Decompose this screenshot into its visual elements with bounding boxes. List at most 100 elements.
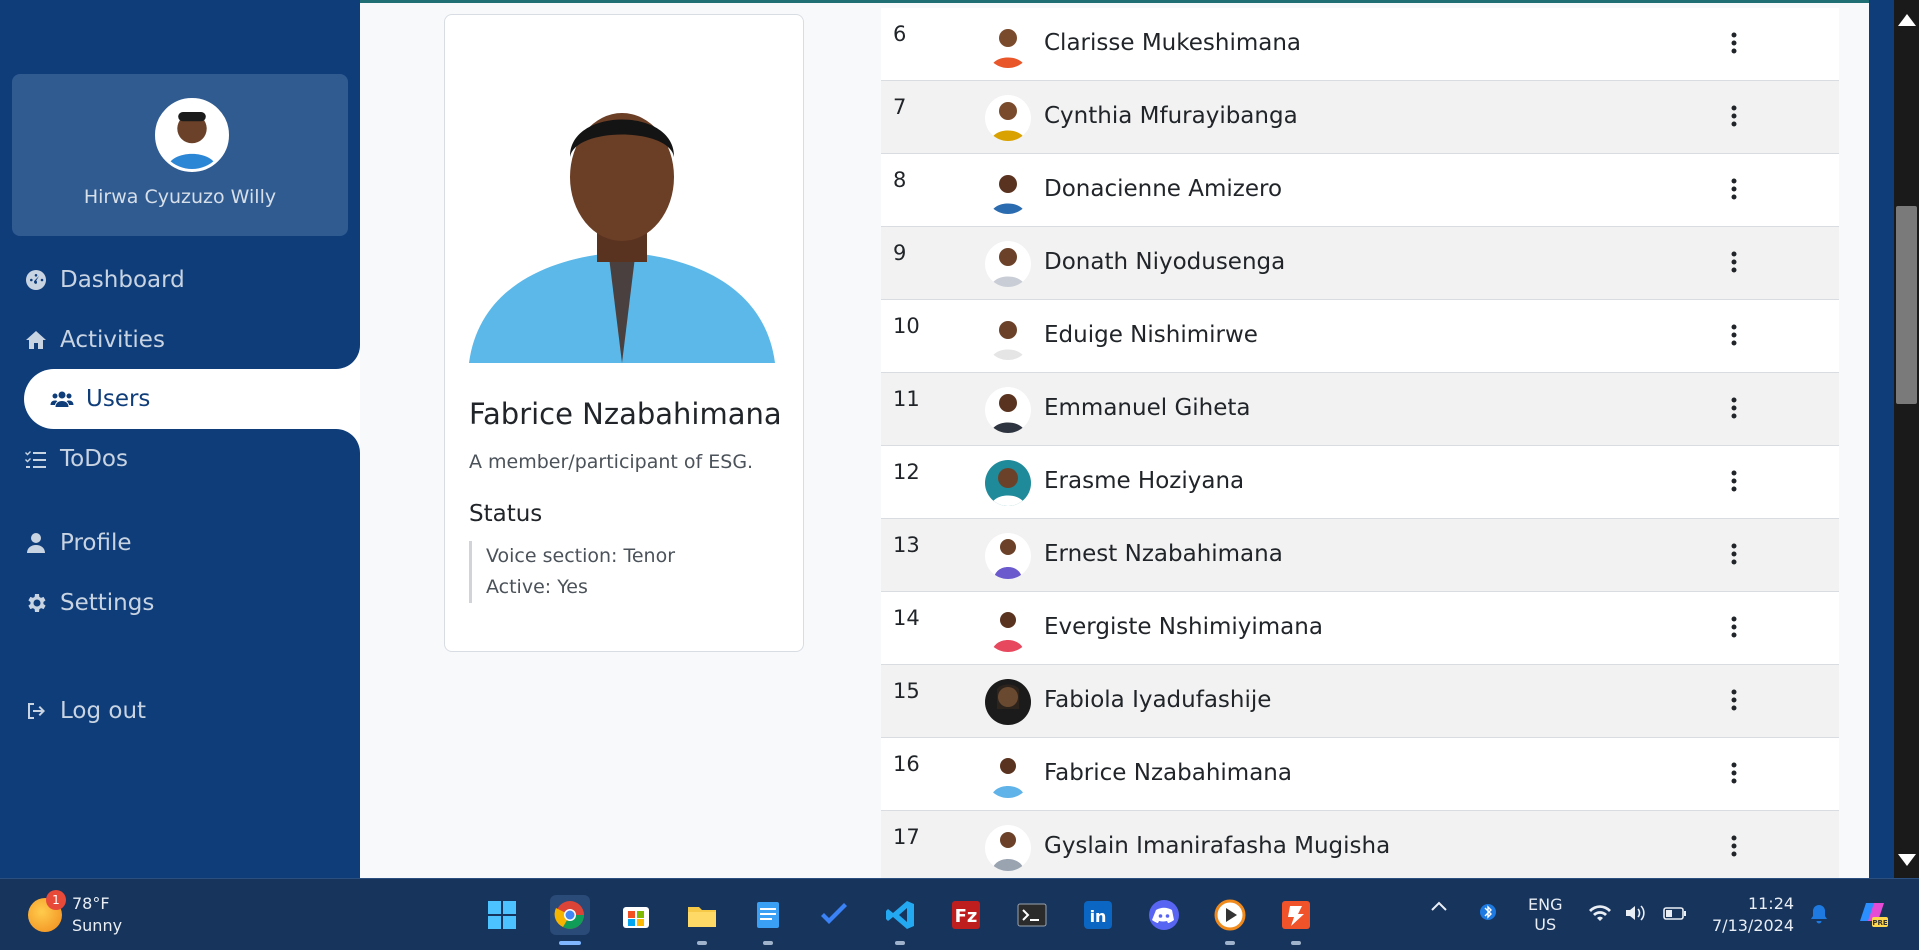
user-name[interactable]: Eduige Nishimirwe xyxy=(1044,322,1258,348)
scrollbar-thumb[interactable] xyxy=(1896,206,1917,404)
user-name[interactable]: Fabrice Nzabahimana xyxy=(1044,760,1292,786)
avatar[interactable] xyxy=(155,98,229,172)
app-indicator xyxy=(1291,941,1301,945)
bluetooth-icon[interactable] xyxy=(1480,901,1496,927)
weather-condition: Sunny xyxy=(72,916,123,935)
user-name[interactable]: Clarisse Mukeshimana xyxy=(1044,30,1301,56)
gear-icon xyxy=(22,589,50,617)
table-row[interactable]: 13 Ernest Nzabahimana xyxy=(881,519,1839,592)
copilot-icon[interactable]: PRE xyxy=(1854,895,1890,935)
todo-icon[interactable] xyxy=(814,895,854,935)
row-number: 10 xyxy=(893,314,920,338)
user-thumbnail[interactable] xyxy=(985,606,1031,652)
wifi-icon[interactable] xyxy=(1588,903,1612,927)
user-thumbnail[interactable] xyxy=(985,168,1031,214)
linkedin-icon[interactable]: in xyxy=(1078,895,1118,935)
nav-dashboard[interactable]: Dashboard xyxy=(22,250,185,310)
notepad-icon[interactable] xyxy=(748,895,788,935)
reader-icon[interactable] xyxy=(1276,895,1316,935)
language-indicator[interactable]: ENG US xyxy=(1528,895,1562,935)
logout-icon xyxy=(22,697,50,725)
nav-todos[interactable]: ToDos xyxy=(22,429,128,489)
user-thumbnail[interactable] xyxy=(985,825,1031,871)
nav-logout[interactable]: Log out xyxy=(22,681,146,741)
battery-icon[interactable] xyxy=(1662,903,1688,927)
taskbar: 1 78°F Sunny Fz in ENG US 11:24 7/13/202… xyxy=(0,878,1919,950)
table-row[interactable]: 17 Gyslain Imanirafasha Mugisha xyxy=(881,811,1839,884)
row-number: 12 xyxy=(893,460,920,484)
user-thumbnail[interactable] xyxy=(985,533,1031,579)
show-hidden-icons-chevron-icon[interactable] xyxy=(1430,897,1448,916)
nav-profile[interactable]: Profile xyxy=(22,513,132,573)
chrome-icon[interactable] xyxy=(550,895,590,935)
vscode-icon[interactable] xyxy=(880,895,920,935)
discord-icon[interactable] xyxy=(1144,895,1184,935)
user-thumbnail[interactable] xyxy=(985,752,1031,798)
user-name[interactable]: Erasme Hoziyana xyxy=(1044,468,1244,494)
weather-widget[interactable]: 1 78°F Sunny xyxy=(28,890,123,937)
more-options-icon[interactable] xyxy=(1719,247,1749,277)
user-name[interactable]: Fabiola Iyadufashije xyxy=(1044,687,1271,713)
user-thumbnail[interactable] xyxy=(985,460,1031,506)
table-row[interactable]: 7 Cynthia Mfurayibanga xyxy=(881,81,1839,154)
user-name[interactable]: Donath Niyodusenga xyxy=(1044,249,1285,275)
windows-start-icon[interactable] xyxy=(482,895,522,935)
user-name[interactable]: Evergiste Nshimiyimana xyxy=(1044,614,1323,640)
table-row[interactable]: 8 Donacienne Amizero xyxy=(881,154,1839,227)
nav-activities[interactable]: Activities xyxy=(22,310,165,370)
table-row[interactable]: 6 Clarisse Mukeshimana xyxy=(881,8,1839,81)
nav-users[interactable]: Users xyxy=(48,369,150,429)
scroll-up-arrow-icon[interactable] xyxy=(1896,12,1917,28)
user-thumbnail[interactable] xyxy=(985,22,1031,68)
table-row[interactable]: 11 Emmanuel Giheta xyxy=(881,373,1839,446)
system-clock[interactable]: 11:24 7/13/2024 xyxy=(1712,893,1794,937)
more-options-icon[interactable] xyxy=(1719,466,1749,496)
user-name[interactable]: Ernest Nzabahimana xyxy=(1044,541,1283,567)
user-name[interactable]: Cynthia Mfurayibanga xyxy=(1044,103,1298,129)
more-options-icon[interactable] xyxy=(1719,393,1749,423)
user-name[interactable]: Donacienne Amizero xyxy=(1044,176,1282,202)
media-player-icon[interactable] xyxy=(1210,895,1250,935)
user-name[interactable]: Gyslain Imanirafasha Mugisha xyxy=(1044,833,1390,859)
volume-icon[interactable] xyxy=(1624,903,1648,927)
more-options-icon[interactable] xyxy=(1719,685,1749,715)
more-options-icon[interactable] xyxy=(1719,612,1749,642)
table-row[interactable]: 15 Fabiola Iyadufashije xyxy=(881,665,1839,738)
more-options-icon[interactable] xyxy=(1719,174,1749,204)
scrollbar-track[interactable] xyxy=(1894,0,1919,878)
table-row[interactable]: 12 Erasme Hoziyana xyxy=(881,446,1839,519)
more-options-icon[interactable] xyxy=(1719,28,1749,58)
more-options-icon[interactable] xyxy=(1719,539,1749,569)
user-name: Hirwa Cyuzuzo Willy xyxy=(83,186,277,208)
user-thumbnail[interactable] xyxy=(985,679,1031,725)
svg-text:Fz: Fz xyxy=(955,906,978,927)
profile-description: A member/participant of ESG. xyxy=(469,451,754,473)
table-row[interactable]: 10 Eduige Nishimirwe xyxy=(881,300,1839,373)
table-row[interactable]: 14 Evergiste Nshimiyimana xyxy=(881,592,1839,665)
language-region: US xyxy=(1534,915,1557,934)
app-indicator xyxy=(697,941,707,945)
nav-settings[interactable]: Settings xyxy=(22,573,154,633)
user-thumbnail[interactable] xyxy=(985,314,1031,360)
user-thumbnail[interactable] xyxy=(985,387,1031,433)
user-thumbnail[interactable] xyxy=(985,241,1031,287)
user-name[interactable]: Emmanuel Giheta xyxy=(1044,395,1251,421)
more-options-icon[interactable] xyxy=(1719,831,1749,861)
file-explorer-icon[interactable] xyxy=(682,895,722,935)
more-options-icon[interactable] xyxy=(1719,758,1749,788)
more-options-icon[interactable] xyxy=(1719,101,1749,131)
filezilla-icon[interactable]: Fz xyxy=(946,895,986,935)
sun-icon: 1 xyxy=(28,890,66,932)
clock-time: 11:24 xyxy=(1747,894,1795,913)
table-row[interactable]: 16 Fabrice Nzabahimana xyxy=(881,738,1839,811)
terminal-icon[interactable] xyxy=(1012,895,1052,935)
scroll-down-arrow-icon[interactable] xyxy=(1896,852,1917,868)
notification-bell-icon[interactable] xyxy=(1808,903,1830,929)
table-row[interactable]: 9 Donath Niyodusenga xyxy=(881,227,1839,300)
more-options-icon[interactable] xyxy=(1719,320,1749,350)
user-thumbnail[interactable] xyxy=(985,95,1031,141)
row-number: 8 xyxy=(893,168,907,192)
row-number: 17 xyxy=(893,825,920,849)
microsoft-store-icon[interactable] xyxy=(616,895,656,935)
nav-active-notch xyxy=(300,339,360,369)
